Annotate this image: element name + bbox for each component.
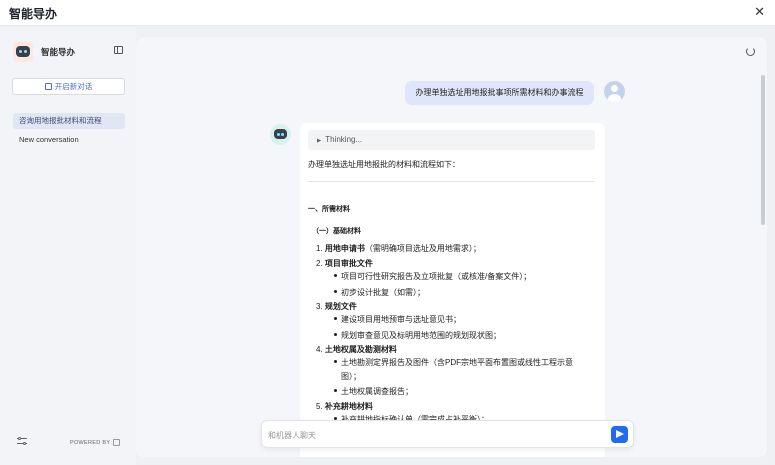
conversation-item[interactable]: 咨询用地报批材料和流程 [13, 113, 125, 129]
list-subitem: 初步设计批复（如需）； [341, 288, 425, 297]
new-chat-button[interactable]: 开启新对话 [12, 78, 125, 95]
answer-intro: 办理单独选址用地报批的材料和流程如下： [308, 160, 460, 169]
bullet [334, 389, 337, 392]
chat-panel: 办理单独选址用地报批事项所需材料和办事流程 ▶ Thinking... 办理单独选… [136, 37, 767, 457]
bot-message: ▶ Thinking... 办理单独选址用地报批的材料和流程如下： 一、所需材料 … [300, 123, 605, 457]
expand-triangle-icon: ▶ [317, 138, 322, 144]
list-item: 4. 土地权属及勘测材料 [316, 345, 397, 354]
settings-sliders-icon[interactable] [17, 437, 27, 445]
list-subitem: 规划审查意见及标明用地范围的规划现状图； [341, 331, 501, 340]
powered-by: POWERED BY [70, 439, 121, 446]
list-subitem: 项目可行性研究报告及立项批复（或核准/备案文件）； [341, 272, 532, 281]
refresh-icon[interactable] [746, 47, 755, 56]
scrollbar[interactable] [761, 75, 765, 225]
subsection-heading: （一）基础材料 [312, 228, 361, 235]
list-item: 5. 补充耕地材料 [316, 402, 373, 411]
chat-input[interactable] [268, 427, 598, 443]
user-avatar [604, 81, 625, 102]
bullet [334, 290, 337, 293]
vendor-logo-icon [113, 439, 121, 446]
list-subitem-continuation: 图）； [341, 372, 361, 381]
window-title: 智能导办 [9, 7, 58, 21]
section-heading: 一、所需材料 [308, 206, 350, 213]
chat-input-box [261, 420, 634, 448]
bullet [334, 360, 337, 363]
sidebar-toggle-icon[interactable] [114, 46, 123, 54]
close-icon[interactable]: ✕ [754, 4, 765, 20]
list-item: 3. 规划文件 [316, 302, 357, 311]
bullet [334, 333, 337, 336]
send-button[interactable] [611, 426, 628, 443]
conversation-item[interactable]: New conversation [13, 132, 125, 148]
bullet [334, 317, 337, 320]
user-message: 办理单独选址用地报批事项所需材料和办事流程 [405, 81, 594, 105]
bot-avatar [270, 124, 291, 145]
brand-name: 智能导办 [41, 47, 76, 57]
new-chat-label: 开启新对话 [54, 82, 93, 91]
thinking-toggle[interactable]: ▶ Thinking... [308, 130, 595, 150]
title-bar: 智能导办 ✕ [0, 0, 775, 26]
list-item: 2. 项目审批文件 [316, 259, 373, 268]
bullet [334, 274, 337, 277]
sidebar: 智能导办 开启新对话 咨询用地报批材料和流程 New conversation … [0, 27, 136, 465]
list-subitem: 土地权属调查报告； [341, 387, 413, 396]
divider [308, 181, 595, 182]
list-subitem: 建设项目用地预审与选址意见书； [341, 315, 461, 324]
list-item: 1. 用地申请书（需明确项目选址及用地需求）； [316, 244, 481, 253]
bot-logo-icon [13, 42, 33, 62]
edit-icon [44, 83, 52, 90]
thinking-label: Thinking... [325, 135, 363, 144]
list-subitem: 土地勘测定界报告及图件（含PDF宗地平面布置图或线性工程示意 [341, 358, 573, 367]
powered-by-label: POWERED BY [70, 439, 111, 446]
brand: 智能导办 [13, 41, 75, 63]
